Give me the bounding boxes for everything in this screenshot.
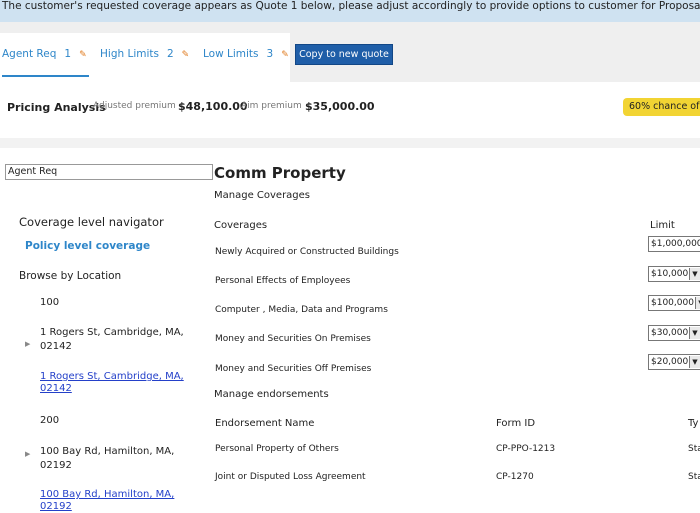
endorsement-form-id: CP-PPO-1213 xyxy=(496,444,556,454)
manage-coverages-title: Manage Coverages xyxy=(214,190,311,201)
type-header: Ty xyxy=(688,418,699,429)
limit-select[interactable]: $30,000 ▼ xyxy=(648,325,700,341)
coverage-row: Computer , Media, Data and Programs xyxy=(215,305,388,315)
policy-level-coverage-link[interactable]: Policy level coverage xyxy=(25,240,150,252)
tab-label: Agent Req xyxy=(2,48,57,60)
chance-badge: 60% chance of a xyxy=(623,98,700,116)
limit-select[interactable]: $10,000 ▼ xyxy=(648,266,700,282)
location-address: 1 Rogers St, Cambridge, MA, 02142 xyxy=(40,327,184,352)
limit-value: $100,000 xyxy=(651,298,694,308)
limit-field[interactable]: $1,000,000 xyxy=(648,236,700,252)
chevron-down-icon[interactable]: ▼ xyxy=(689,268,700,280)
manage-endorsements-title: Manage endorsements xyxy=(214,389,329,400)
copy-to-new-quote-button[interactable]: Copy to new quote xyxy=(295,44,393,65)
endorsement-name: Personal Property of Others xyxy=(215,444,339,454)
aim-premium-value: $35,000.00 xyxy=(305,100,375,113)
location-address: 100 Bay Rd, Hamilton, MA, 02192 xyxy=(40,446,175,471)
tab-low-limits[interactable]: Low Limits 3 ✎ xyxy=(203,48,289,60)
endorsement-form-id: CP-1270 xyxy=(496,472,534,482)
endorsement-name-header: Endorsement Name xyxy=(215,418,315,429)
tab-number: 2 xyxy=(166,48,174,60)
coverages-header: Coverages xyxy=(214,220,268,231)
browse-by-location-title: Browse by Location xyxy=(19,270,122,282)
endorsement-type: Sta xyxy=(688,472,700,482)
pricing-analysis-bar: Pricing Analysis Adjusted premium $48,10… xyxy=(0,82,700,138)
location-link[interactable]: 1 Rogers St, Cambridge, MA, 02142 xyxy=(40,371,200,395)
info-banner: The customer's requested coverage appear… xyxy=(0,0,700,22)
pricing-title: Pricing Analysis xyxy=(7,101,106,114)
limit-value: $1,000,000 xyxy=(651,239,700,249)
tab-label: High Limits xyxy=(100,48,159,60)
tab-number: 1 xyxy=(64,48,72,60)
tab-agent-req[interactable]: Agent Req 1 ✎ xyxy=(2,48,89,77)
chevron-down-icon[interactable]: ▼ xyxy=(695,297,700,309)
tab-high-limits[interactable]: High Limits 2 ✎ xyxy=(100,48,189,60)
divider xyxy=(0,138,700,148)
location-number: 200 xyxy=(40,415,60,426)
location-number: 100 xyxy=(40,297,60,308)
limit-header: Limit xyxy=(650,220,675,231)
triangle-right-icon[interactable]: ▶ xyxy=(25,340,30,348)
location-link[interactable]: 100 Bay Rd, Hamilton, MA, 02192 xyxy=(40,489,200,513)
pencil-icon[interactable]: ✎ xyxy=(182,50,190,60)
chevron-down-icon[interactable]: ▼ xyxy=(689,356,700,368)
triangle-right-icon[interactable]: ▶ xyxy=(25,450,30,458)
coverage-row: Newly Acquired or Constructed Buildings xyxy=(215,247,399,257)
tab-label: Low Limits xyxy=(203,48,259,60)
coverage-row: Money and Securities On Premises xyxy=(215,334,371,344)
limit-value: $20,000 xyxy=(651,357,689,367)
form-id-header: Form ID xyxy=(496,418,536,429)
quote-selector[interactable]: Agent Req xyxy=(5,164,213,180)
pencil-icon[interactable]: ✎ xyxy=(79,50,87,60)
coverage-row: Personal Effects of Employees xyxy=(215,276,351,286)
endorsement-type: Sta xyxy=(688,444,700,454)
pencil-icon[interactable]: ✎ xyxy=(281,50,289,60)
page-title: Comm Property xyxy=(214,164,346,182)
tab-number: 3 xyxy=(266,48,274,60)
coverage-row: Money and Securities Off Premises xyxy=(215,364,372,374)
limit-select[interactable]: $100,000▼ xyxy=(648,295,700,311)
limit-value: $10,000 xyxy=(651,269,689,279)
navigator-title: Coverage level navigator xyxy=(19,215,164,229)
limit-value: $30,000 xyxy=(651,328,689,338)
chevron-down-icon[interactable]: ▼ xyxy=(689,327,700,339)
endorsement-name: Joint or Disputed Loss Agreement xyxy=(215,472,366,482)
adjusted-premium-label: Adjusted premium xyxy=(93,101,176,111)
aim-premium-label: Aim premium xyxy=(241,101,302,111)
limit-select[interactable]: $20,000 ▼ xyxy=(648,354,700,370)
adjusted-premium-value: $48,100.00 xyxy=(178,100,248,113)
